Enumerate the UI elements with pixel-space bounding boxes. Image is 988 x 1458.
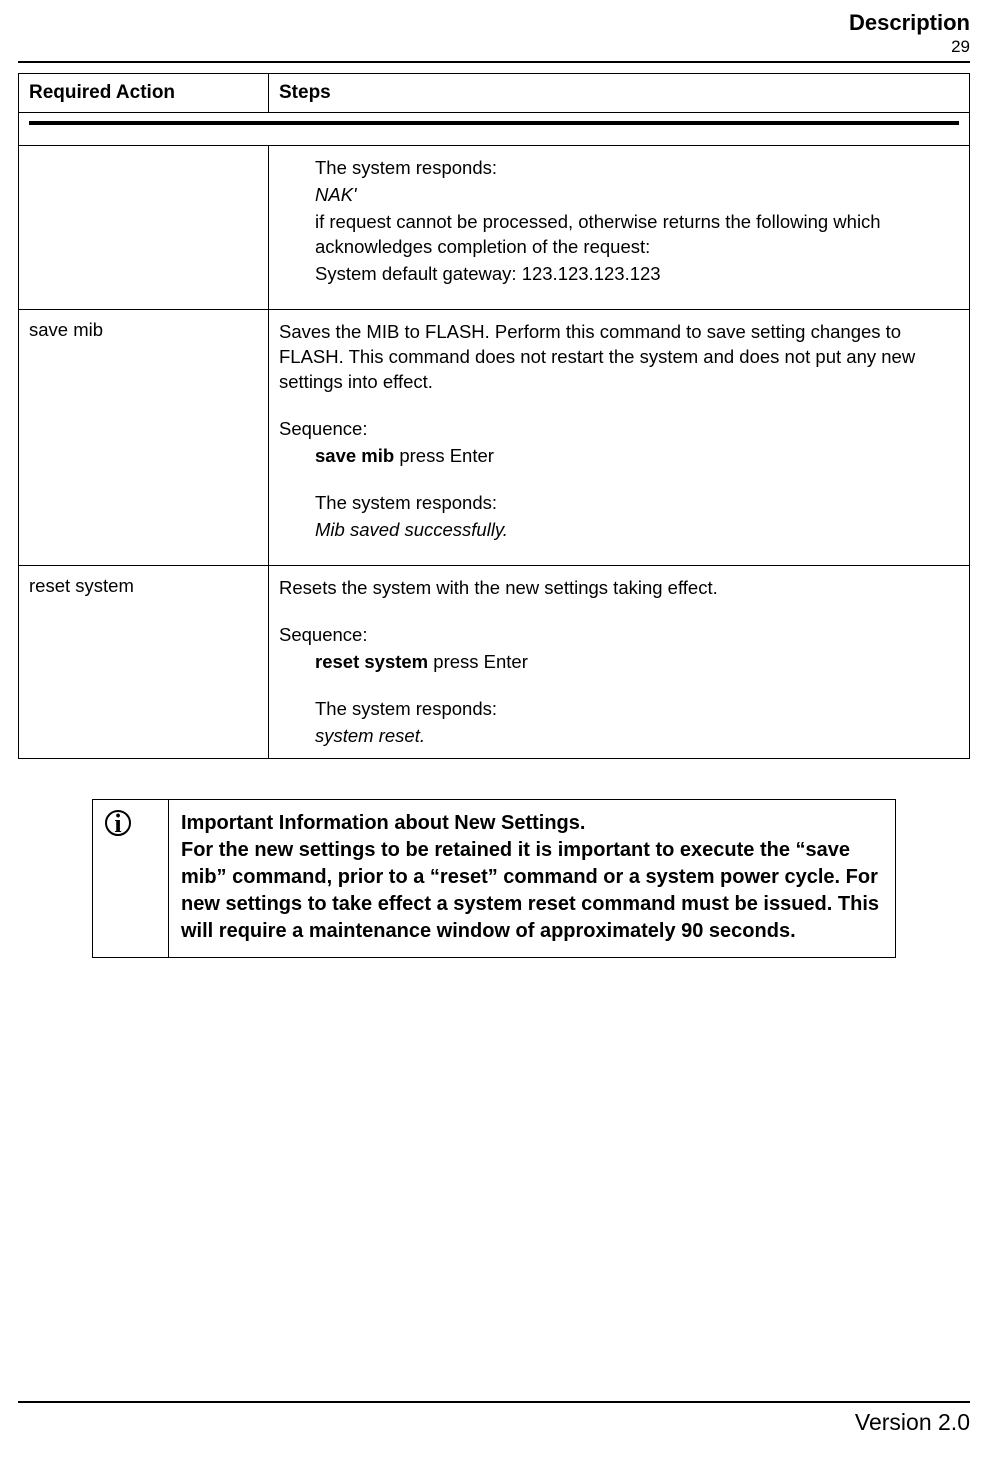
info-text-cell: Important Information about New Settings…	[169, 800, 896, 958]
footer-divider	[18, 1401, 970, 1403]
table-row: reset system Resets the system with the …	[19, 565, 970, 759]
table-row: save mib Saves the MIB to FLASH. Perform…	[19, 309, 970, 565]
action-cell: save mib	[19, 309, 269, 565]
table-header-action: Required Action	[19, 74, 269, 113]
info-icon: i	[105, 810, 131, 836]
header-title: Description	[18, 10, 970, 36]
table-header-steps: Steps	[269, 74, 970, 113]
steps-cell: The system responds: NAK' if request can…	[269, 146, 970, 310]
response-nak: NAK'	[315, 183, 959, 208]
cmd-rest: press Enter	[394, 445, 494, 466]
footer-version: Version 2.0	[18, 1409, 970, 1436]
sequence-label: Sequence:	[279, 623, 959, 648]
info-body: For the new settings to be retained it i…	[181, 837, 883, 945]
response-text: Mib saved successfully.	[315, 518, 959, 543]
sequence-label: Sequence:	[279, 417, 959, 442]
response-value: System default gateway: 123.123.123.123	[315, 262, 959, 287]
header-divider	[18, 61, 970, 63]
response-label: The system responds:	[315, 697, 959, 722]
commands-table: Required Action Steps The system respond…	[18, 73, 970, 759]
info-title: Important Information about New Settings…	[181, 810, 883, 837]
steps-cell: Resets the system with the new settings …	[269, 565, 970, 759]
steps-cell: Saves the MIB to FLASH. Perform this com…	[269, 309, 970, 565]
step-description: Saves the MIB to FLASH. Perform this com…	[279, 320, 959, 395]
response-label: The system responds:	[315, 491, 959, 516]
info-box: i Important Information about New Settin…	[92, 799, 896, 958]
action-cell	[19, 146, 269, 310]
info-icon-cell: i	[93, 800, 169, 958]
step-description: Resets the system with the new settings …	[279, 576, 959, 601]
table-row: The system responds: NAK' if request can…	[19, 146, 970, 310]
sequence-command: save mib press Enter	[315, 444, 959, 469]
cmd-bold: save mib	[315, 445, 394, 466]
response-desc: if request cannot be processed, otherwis…	[315, 210, 959, 260]
footer: Version 2.0	[18, 1401, 970, 1436]
cmd-bold: reset system	[315, 651, 428, 672]
table-thick-divider	[29, 121, 959, 125]
response-text: system reset.	[315, 724, 959, 749]
action-cell: reset system	[19, 565, 269, 759]
cmd-rest: press Enter	[428, 651, 528, 672]
header-page-number: 29	[18, 37, 970, 57]
sequence-command: reset system press Enter	[315, 650, 959, 675]
response-label: The system responds:	[315, 156, 959, 181]
